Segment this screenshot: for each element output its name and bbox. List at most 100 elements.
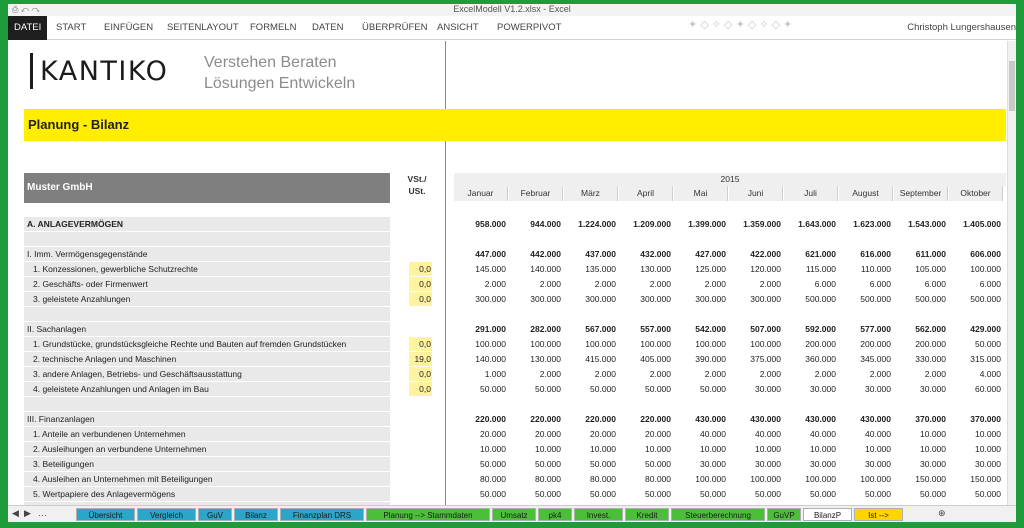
value-cell[interactable]: 500.000 bbox=[784, 292, 838, 306]
value-cell[interactable]: 100.000 bbox=[839, 472, 893, 486]
tab-start[interactable]: START bbox=[52, 16, 90, 40]
vertical-scrollbar[interactable] bbox=[1007, 41, 1016, 505]
vst-cell[interactable]: 0,0 bbox=[409, 262, 432, 276]
value-cell[interactable]: 50.000 bbox=[564, 457, 618, 471]
value-cell[interactable]: 125.000 bbox=[674, 262, 728, 276]
value-cell[interactable]: 10.000 bbox=[949, 442, 1003, 456]
value-cell[interactable]: 557.000 bbox=[619, 322, 673, 336]
value-cell[interactable]: 150.000 bbox=[949, 472, 1003, 486]
month-header[interactable]: September bbox=[894, 186, 948, 201]
value-cell[interactable]: 100.000 bbox=[674, 472, 728, 486]
row-label[interactable]: 3. andere Anlagen, Betriebs- und Geschäf… bbox=[24, 367, 390, 381]
value-cell[interactable]: 50.000 bbox=[619, 487, 673, 501]
value-cell[interactable]: 1.209.000 bbox=[619, 217, 673, 231]
value-cell[interactable]: 427.000 bbox=[674, 247, 728, 261]
value-cell[interactable]: 447.000 bbox=[454, 247, 508, 261]
value-cell[interactable]: 30.000 bbox=[784, 382, 838, 396]
tab-seitenlayout[interactable]: SEITENLAYOUT bbox=[163, 16, 243, 40]
sheet-tab[interactable]: Umsatz bbox=[492, 508, 536, 521]
tab-scroll-right-icon[interactable]: ▶ bbox=[24, 508, 31, 519]
value-cell[interactable]: 6.000 bbox=[949, 277, 1003, 291]
month-header[interactable]: März bbox=[564, 186, 618, 201]
sheet-tab[interactable]: GuVP bbox=[767, 508, 801, 521]
value-cell[interactable]: 50.000 bbox=[729, 487, 783, 501]
row-label[interactable] bbox=[24, 232, 390, 246]
row-label[interactable] bbox=[24, 397, 390, 411]
value-cell[interactable]: 100.000 bbox=[674, 337, 728, 351]
value-cell[interactable]: 2.000 bbox=[564, 367, 618, 381]
month-header[interactable]: Juni bbox=[729, 186, 783, 201]
value-cell[interactable]: 6.000 bbox=[784, 277, 838, 291]
add-sheet-icon[interactable]: ⊕ bbox=[938, 508, 946, 519]
value-cell[interactable]: 4.000 bbox=[949, 367, 1003, 381]
value-cell[interactable]: 30.000 bbox=[729, 382, 783, 396]
value-cell[interactable]: 30.000 bbox=[784, 457, 838, 471]
value-cell[interactable]: 80.000 bbox=[509, 472, 563, 486]
value-cell[interactable]: 300.000 bbox=[619, 292, 673, 306]
value-cell[interactable]: 2.000 bbox=[784, 367, 838, 381]
value-cell[interactable]: 300.000 bbox=[729, 292, 783, 306]
value-cell[interactable]: 562.000 bbox=[894, 322, 948, 336]
vst-cell[interactable]: 0,0 bbox=[409, 367, 432, 381]
tab-scroll-left-icon[interactable]: ◀ bbox=[12, 508, 19, 519]
value-cell[interactable]: 2.000 bbox=[729, 367, 783, 381]
value-cell[interactable]: 611.000 bbox=[894, 247, 948, 261]
value-cell[interactable]: 2.000 bbox=[564, 277, 618, 291]
value-cell[interactable]: 10.000 bbox=[564, 442, 618, 456]
value-cell[interactable]: 300.000 bbox=[454, 292, 508, 306]
value-cell[interactable]: 140.000 bbox=[509, 262, 563, 276]
value-cell[interactable]: 6.000 bbox=[894, 277, 948, 291]
row-label[interactable]: II. Sachanlagen bbox=[24, 322, 390, 336]
value-cell[interactable]: 220.000 bbox=[564, 412, 618, 426]
value-cell[interactable]: 145.000 bbox=[454, 262, 508, 276]
value-cell[interactable]: 1.623.000 bbox=[839, 217, 893, 231]
month-header[interactable]: Juli bbox=[784, 186, 838, 201]
value-cell[interactable]: 50.000 bbox=[454, 487, 508, 501]
value-cell[interactable]: 10.000 bbox=[729, 442, 783, 456]
row-label[interactable]: 1. Grundstücke, grundstücksgleiche Recht… bbox=[24, 337, 390, 351]
sheet-tab[interactable]: Steuerberechnung bbox=[671, 508, 765, 521]
tab-einfuegen[interactable]: EINFÜGEN bbox=[100, 16, 157, 40]
value-cell[interactable]: 50.000 bbox=[949, 337, 1003, 351]
value-cell[interactable]: 577.000 bbox=[839, 322, 893, 336]
row-label[interactable]: 4. geleistete Anzahlungen und Anlagen im… bbox=[24, 382, 390, 396]
value-cell[interactable]: 10.000 bbox=[784, 442, 838, 456]
value-cell[interactable]: 500.000 bbox=[949, 292, 1003, 306]
value-cell[interactable]: 110.000 bbox=[839, 262, 893, 276]
value-cell[interactable]: 200.000 bbox=[839, 337, 893, 351]
value-cell[interactable]: 1.399.000 bbox=[674, 217, 728, 231]
value-cell[interactable]: 220.000 bbox=[509, 412, 563, 426]
sheet-tab[interactable]: Übersicht bbox=[76, 508, 135, 521]
value-cell[interactable]: 10.000 bbox=[509, 442, 563, 456]
value-cell[interactable]: 115.000 bbox=[784, 262, 838, 276]
value-cell[interactable]: 20.000 bbox=[454, 427, 508, 441]
value-cell[interactable]: 430.000 bbox=[729, 412, 783, 426]
value-cell[interactable]: 50.000 bbox=[564, 487, 618, 501]
value-cell[interactable]: 10.000 bbox=[894, 442, 948, 456]
value-cell[interactable]: 10.000 bbox=[674, 442, 728, 456]
value-cell[interactable]: 1.405.000 bbox=[949, 217, 1003, 231]
value-cell[interactable]: 405.000 bbox=[619, 352, 673, 366]
value-cell[interactable]: 2.000 bbox=[674, 367, 728, 381]
value-cell[interactable]: 1.359.000 bbox=[729, 217, 783, 231]
month-header[interactable]: Mai bbox=[674, 186, 728, 201]
value-cell[interactable]: 60.000 bbox=[949, 382, 1003, 396]
value-cell[interactable]: 200.000 bbox=[894, 337, 948, 351]
value-cell[interactable]: 330.000 bbox=[894, 352, 948, 366]
value-cell[interactable]: 140.000 bbox=[454, 352, 508, 366]
value-cell[interactable]: 1.224.000 bbox=[564, 217, 618, 231]
month-header[interactable]: August bbox=[839, 186, 893, 201]
value-cell[interactable]: 2.000 bbox=[509, 367, 563, 381]
value-cell[interactable]: 130.000 bbox=[619, 262, 673, 276]
tab-daten[interactable]: DATEN bbox=[308, 16, 348, 40]
sheet-tab[interactable]: Invest. bbox=[574, 508, 623, 521]
value-cell[interactable]: 40.000 bbox=[729, 427, 783, 441]
row-label[interactable] bbox=[24, 307, 390, 321]
value-cell[interactable]: 432.000 bbox=[619, 247, 673, 261]
value-cell[interactable]: 100.000 bbox=[619, 337, 673, 351]
tab-formeln[interactable]: FORMELN bbox=[246, 16, 300, 40]
row-label[interactable]: 1. Anteile an verbundenen Unternehmen bbox=[24, 427, 390, 441]
value-cell[interactable]: 567.000 bbox=[564, 322, 618, 336]
value-cell[interactable]: 606.000 bbox=[949, 247, 1003, 261]
value-cell[interactable]: 315.000 bbox=[949, 352, 1003, 366]
